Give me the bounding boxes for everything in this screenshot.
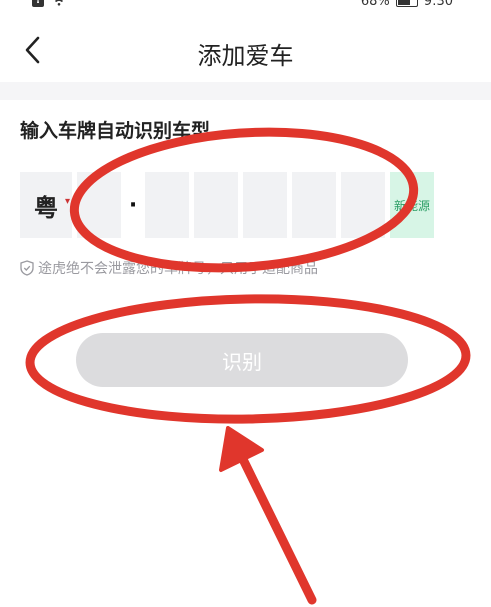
status-time: 9:30 — [423, 0, 453, 9]
status-left: ! — [32, 0, 66, 7]
status-right: 68% 9:30 — [361, 0, 453, 9]
plate-char-5[interactable] — [292, 172, 336, 238]
status-bar: ! 68% 9:30 — [0, 0, 491, 12]
shield-icon — [20, 260, 34, 276]
privacy-notice: 途虎绝不会泄露您的车牌号，只用于适配商品 — [20, 258, 318, 278]
recognize-button[interactable]: 识别 — [76, 333, 408, 387]
battery-icon — [395, 0, 418, 7]
warning-icon: ! — [32, 0, 44, 7]
section-title: 输入车牌自动识别车型 — [20, 120, 211, 142]
province-selector[interactable]: 粤 ▾ — [20, 172, 72, 238]
plate-char-1[interactable] — [77, 172, 121, 238]
battery-percent: 68% — [360, 0, 390, 9]
plate-separator: · — [128, 192, 138, 218]
page-title: 添加爱车 — [197, 42, 294, 70]
plate-char-4[interactable] — [243, 172, 287, 238]
plate-char-6[interactable] — [341, 172, 385, 238]
new-energy-slot[interactable]: 新能源 — [390, 172, 434, 238]
app-header: 添加爱车 — [0, 12, 491, 82]
province-value: 粤 — [34, 193, 58, 222]
add-car-screen: ! 68% 9:30 添加爱车 输入车牌自动识别车型 粤 ▾ · 新能源 途虎绝… — [0, 0, 491, 607]
plate-input-row: 粤 ▾ · 新能源 — [20, 172, 465, 238]
plate-char-3[interactable] — [194, 172, 238, 238]
plate-input-card: 输入车牌自动识别车型 粤 ▾ · 新能源 途虎绝不会泄露您的车牌号，只用于适配商… — [0, 100, 491, 607]
plate-char-2[interactable] — [145, 172, 189, 238]
battery-level — [397, 0, 410, 5]
privacy-text: 途虎绝不会泄露您的车牌号，只用于适配商品 — [38, 261, 318, 277]
wifi-icon — [54, 0, 64, 6]
caret-down-icon: ▾ — [64, 196, 70, 207]
